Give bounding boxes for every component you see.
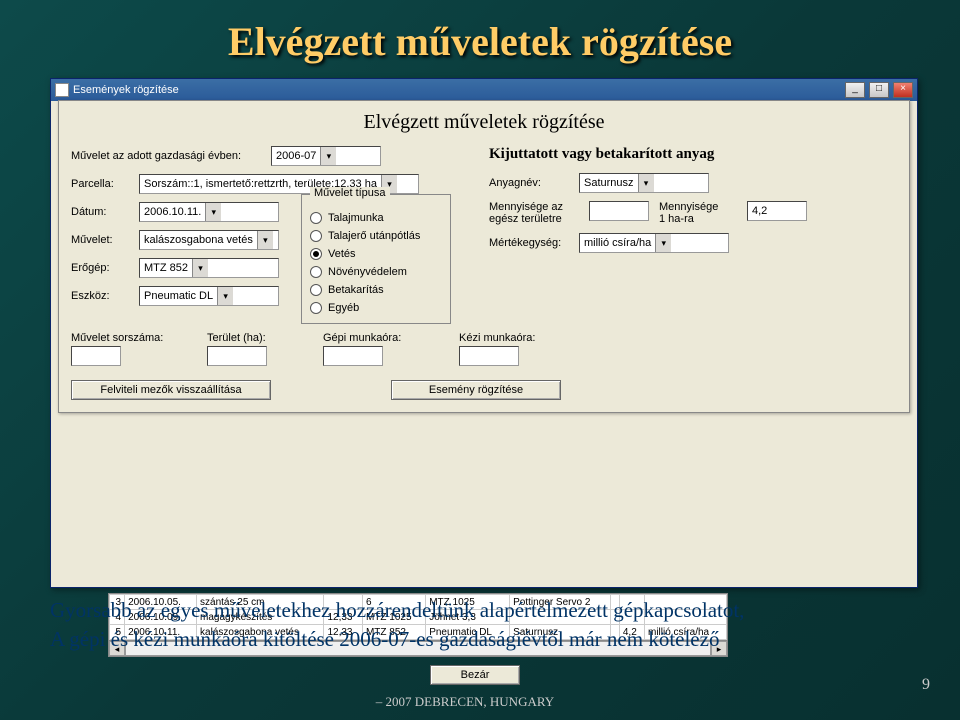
radio-talajerő-utánpótlás[interactable]: Talajerő utánpótlás [310,227,440,245]
sorszam-input[interactable] [71,346,121,366]
muvelet-value: kalászosgabona vetés [140,234,257,246]
slide-title: Elvégzett műveletek rögzítése [0,0,960,73]
gepi-munkaora-label: Gépi munkaóra: [323,332,433,344]
radio-label: Egyéb [328,302,359,314]
radio-icon[interactable] [310,248,322,260]
chevron-down-icon[interactable]: ▾ [217,287,233,305]
material-section-title: Kijuttatott vagy betakarított anyag [489,146,897,163]
minimize-button[interactable]: _ [845,82,865,98]
radio-label: Növényvédelem [328,266,407,278]
terulet-label: Terület (ha): [207,332,297,344]
radio-label: Talajerő utánpótlás [328,230,420,242]
gepi-munkaora-input[interactable] [323,346,383,366]
mertekegyseg-combo[interactable]: millió csíra/ha ▾ [579,233,729,253]
muvelet-combo[interactable]: kalászosgabona vetés ▾ [139,230,279,250]
reset-fields-button[interactable]: Felviteli mezők visszaállítása [71,380,271,400]
menny-1ha-label-l1: Mennyisége [659,201,737,213]
menny-1ha-input[interactable]: 4,2 [747,201,807,221]
maximize-button[interactable]: □ [869,82,889,98]
close-dialog-button[interactable]: Bezár [430,665,520,685]
mertekegyseg-label: Mértékegység: [489,237,579,249]
eszkoz-value: Pneumatic DL [140,290,217,302]
menny-egesz-input[interactable] [589,201,649,221]
chevron-down-icon[interactable]: ▾ [205,203,221,221]
mertekegyseg-value: millió csíra/ha [580,237,655,249]
kezi-munkaora-input[interactable] [459,346,519,366]
close-button[interactable]: × [893,82,913,98]
outer-window-title: Események rögzítése [73,84,179,96]
slide-body-text: Gyorsabb az egyes műveletekhez hozzárend… [50,596,910,655]
radio-betakarítás[interactable]: Betakarítás [310,281,440,299]
radio-egyéb[interactable]: Egyéb [310,299,440,317]
datum-value: 2006.10.11. [140,206,205,218]
eszkoz-label: Eszköz: [71,290,139,302]
page-number: 9 [922,676,930,694]
operation-type-group: Művelet típusa TalajmunkaTalajerő utánpó… [301,194,451,324]
erogep-combo[interactable]: MTZ 852 ▾ [139,258,279,278]
radio-talajmunka[interactable]: Talajmunka [310,209,440,227]
radio-icon[interactable] [310,302,322,314]
sorszam-label: Művelet sorszáma: [71,332,181,344]
slide-footer: 9 – 2007 DEBRECEN, HUNGARY [0,694,930,710]
record-operation-dialog: Elvégzett műveletek rögzítése Művelet az… [58,100,910,413]
app-icon [55,83,69,97]
chevron-down-icon[interactable]: ▾ [320,147,336,165]
year-label: Művelet az adott gazdasági évben: [71,150,271,162]
chevron-down-icon[interactable]: ▾ [257,231,273,249]
radio-label: Talajmunka [328,212,384,224]
year-combo[interactable]: 2006-07 ▾ [271,146,381,166]
muvelet-label: Művelet: [71,234,139,246]
kezi-munkaora-label: Kézi munkaóra: [459,332,569,344]
chevron-down-icon[interactable]: ▾ [192,259,208,277]
operation-type-title: Művelet típusa [310,187,390,199]
menny-egesz-label-l1: Mennyisége az [489,201,579,213]
menny-1ha-label-l2: 1 ha-ra [659,213,737,225]
terulet-input[interactable] [207,346,267,366]
anyagnev-label: Anyagnév: [489,177,579,189]
anyagnev-value: Saturnusz [580,177,638,189]
datum-combo[interactable]: 2006.10.11. ▾ [139,202,279,222]
radio-icon[interactable] [310,284,322,296]
menny-egesz-label-l2: egész területre [489,213,579,225]
erogep-value: MTZ 852 [140,262,192,274]
anyagnev-combo[interactable]: Saturnusz ▾ [579,173,709,193]
chevron-down-icon[interactable]: ▾ [655,234,671,252]
radio-vetés[interactable]: Vetés [310,245,440,263]
erogep-label: Erőgép: [71,262,139,274]
radio-label: Betakarítás [328,284,384,296]
eszkoz-combo[interactable]: Pneumatic DL ▾ [139,286,279,306]
dialog-title: Elvégzett műveletek rögzítése [71,111,897,134]
radio-icon[interactable] [310,212,322,224]
parcella-label: Parcella: [71,178,139,190]
radio-icon[interactable] [310,230,322,242]
radio-növényvédelem[interactable]: Növényvédelem [310,263,440,281]
radio-icon[interactable] [310,266,322,278]
chevron-down-icon[interactable]: ▾ [638,174,654,192]
year-value: 2006-07 [272,150,320,162]
outer-titlebar: Események rögzítése _ □ × [51,79,917,101]
datum-label: Dátum: [71,206,139,218]
radio-label: Vetés [328,248,356,260]
footer-location: – 2007 DEBRECEN, HUNGARY [0,694,930,710]
save-event-button[interactable]: Esemény rögzítése [391,380,561,400]
